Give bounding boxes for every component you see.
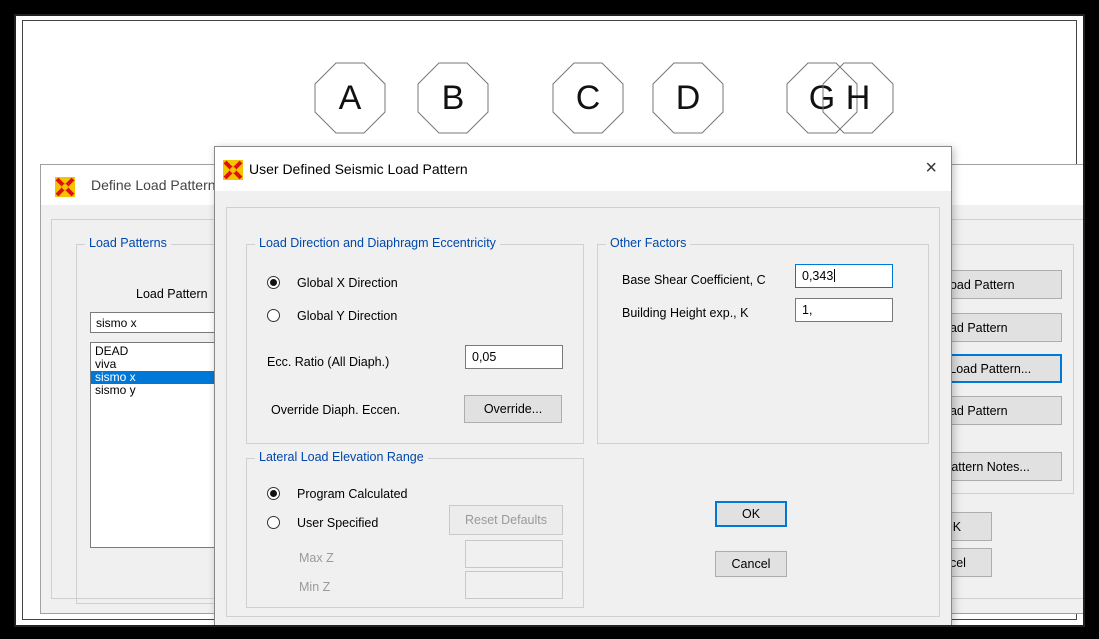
base-shear-coefficient-field[interactable]: 0,343 [795,264,893,288]
seismic-load-pattern-dialog: User Defined Seismic Load Pattern × Load… [214,146,952,625]
grid-bubble-c: C [552,62,624,134]
cancel-button[interactable]: Cancel [715,551,787,577]
other-factors-group-title: Other Factors [606,236,691,250]
ecc-ratio-field[interactable]: 0,05 [465,345,563,369]
delete-load-pattern-button[interactable]: oad Pattern [936,396,1062,425]
grid-bubble-b: B [417,62,489,134]
add-new-load-pattern-button[interactable]: Load Pattern [936,270,1062,299]
grid-bubble-d: D [652,62,724,134]
grid-label-b: B [441,78,465,117]
load-pattern-list[interactable]: DEAD viva sismo x sismo y [90,342,220,548]
reset-defaults-button[interactable]: Reset Defaults [449,505,563,535]
min-z-label: Min Z [299,580,331,594]
building-height-exp-field[interactable]: 1, [795,298,893,322]
model-canvas: A B C D G H Define Load Pattern › [14,14,1085,627]
load-pattern-name-field[interactable]: sismo x [90,312,220,333]
global-y-direction-label: Global Y Direction [297,309,398,323]
grid-label-d: D [675,78,701,117]
ecc-ratio-label: Ecc. Ratio (All Diaph.) [267,355,390,369]
grid-bubble-h: H [822,62,894,134]
user-specified-label: User Specified [297,516,379,530]
dialog-title: User Defined Seismic Load Pattern [249,161,468,177]
base-shear-coefficient-label: Base Shear Coefficient, C [622,273,766,287]
override-diaph-eccen-label: Override Diaph. Eccen. [271,403,401,417]
app-logo-icon [223,160,243,180]
load-pattern-column-header: Load Pattern [136,287,208,301]
load-direction-group-title: Load Direction and Diaphragm Eccentricit… [255,236,500,250]
max-z-label: Max Z [299,551,334,565]
show-load-pattern-notes-button[interactable]: Pattern Notes... [936,452,1062,481]
min-z-field[interactable] [465,571,563,599]
ok-button[interactable]: OK [715,501,787,527]
app-logo-icon [55,177,75,197]
bg-dialog-title: Define Load Pattern [91,177,216,193]
close-icon[interactable]: × [925,157,937,180]
list-item[interactable]: sismo y [91,384,219,397]
global-x-direction-radio[interactable] [267,276,280,289]
override-button[interactable]: Override... [464,395,562,423]
max-z-field[interactable] [465,540,563,568]
program-calculated-radio[interactable] [267,487,280,500]
program-calculated-label: Program Calculated [297,487,408,501]
grid-bubble-a: A [314,62,386,134]
grid-label-h: H [845,78,871,117]
grid-label-c: C [575,78,601,117]
lateral-load-elevation-group-title: Lateral Load Elevation Range [255,450,428,464]
text-caret [834,269,836,282]
dialog-titlebar: User Defined Seismic Load Pattern × [215,147,951,191]
modify-load-pattern-button[interactable]: oad Pattern [936,313,1062,342]
global-y-direction-radio[interactable] [267,309,280,322]
modify-lateral-load-pattern-button[interactable]: l Load Pattern... [936,354,1062,383]
grid-label-a: A [338,78,362,117]
building-height-exp-label: Building Height exp., K [622,306,749,320]
global-x-direction-label: Global X Direction [297,276,398,290]
load-patterns-group-title: Load Patterns [85,236,171,250]
user-specified-radio[interactable] [267,516,280,529]
base-shear-coefficient-value: 0,343 [802,269,834,283]
